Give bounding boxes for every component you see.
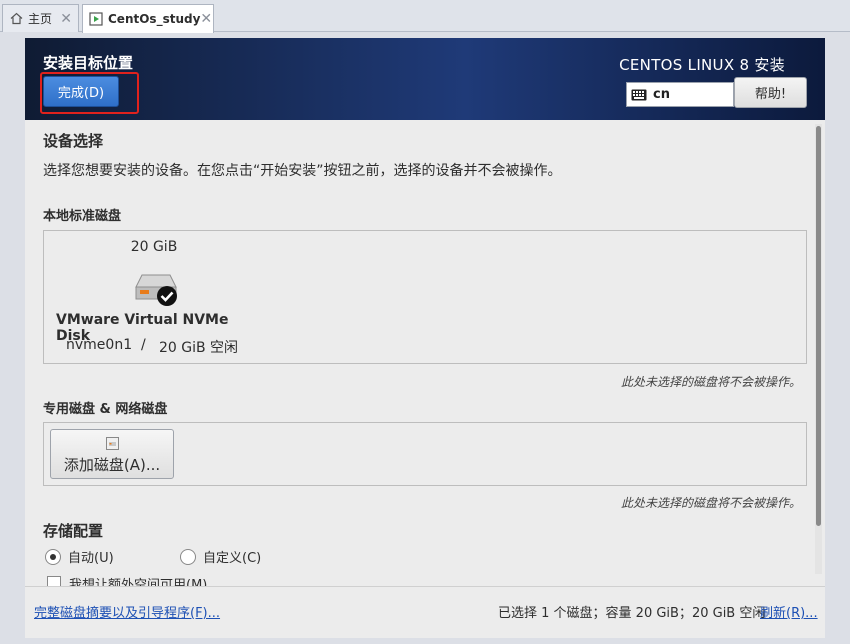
add-disk-label: 添加磁盘(A)... bbox=[63, 456, 161, 474]
storage-auto-label: 自动(U) bbox=[68, 551, 114, 566]
home-icon bbox=[9, 12, 23, 26]
product-title: CENTOS LINUX 8 安装 bbox=[619, 56, 785, 74]
done-button-highlight bbox=[40, 72, 139, 114]
vm-screen[interactable]: 安装目标位置 完成(D) CENTOS LINUX 8 安装 cn 帮助! 设备… bbox=[25, 38, 825, 638]
keyboard-layout-label: cn bbox=[653, 87, 670, 102]
installer-header: 安装目标位置 完成(D) CENTOS LINUX 8 安装 cn 帮助! bbox=[25, 38, 825, 120]
tab-centos-study-close-icon[interactable]: ✕ bbox=[200, 11, 212, 27]
keyboard-layout-indicator[interactable]: cn bbox=[626, 82, 734, 107]
disk-device: nvme0n1 bbox=[66, 337, 133, 353]
disk-size: 20 GiB bbox=[130, 239, 178, 255]
tab-centos-study-label: CentOs_study bbox=[108, 12, 201, 26]
keyboard-icon bbox=[631, 89, 647, 100]
disk-nvme0n1[interactable]: 20 GiB VMware Virtual NVMe Disk nvme0n1 … bbox=[44, 231, 264, 365]
device-selection-heading: 设备选择 bbox=[43, 132, 104, 150]
storage-custom-radio[interactable] bbox=[180, 548, 196, 565]
add-disk-button[interactable]: 添加磁盘(A)... bbox=[50, 429, 174, 479]
full-disk-summary-link[interactable]: 完整磁盘摘要以及引导程序(F)... bbox=[34, 602, 220, 621]
hard-disk-selected-icon bbox=[135, 274, 177, 306]
vmware-tab-bar: 主页 ✕ CentOs_study ✕ bbox=[0, 0, 850, 33]
scrollbar-thumb[interactable] bbox=[816, 126, 821, 526]
storage-auto-radio[interactable] bbox=[45, 548, 61, 565]
disk-selection-status: 已选择 1 个磁盘；容量 20 GiB；20 GiB 空闲 bbox=[498, 606, 766, 621]
tab-home-close-icon[interactable]: ✕ bbox=[60, 11, 72, 27]
content-scrollbar[interactable] bbox=[815, 124, 822, 574]
special-disks-heading: 专用磁盘 & 网络磁盘 bbox=[43, 402, 168, 417]
installer-footer: 完整磁盘摘要以及引导程序(F)... 已选择 1 个磁盘；容量 20 GiB；2… bbox=[25, 586, 825, 638]
storage-custom-option[interactable]: 自定义(C) bbox=[180, 547, 261, 566]
device-selection-description: 选择您想要安装的设备。在您点击“开始安装”按钮之前，选择的设备并不会被操作。 bbox=[43, 163, 562, 179]
vm-icon bbox=[89, 12, 103, 26]
local-disks-heading: 本地标准磁盘 bbox=[43, 209, 122, 224]
storage-configuration-heading: 存储配置 bbox=[43, 522, 104, 540]
tab-home[interactable]: 主页 ✕ bbox=[2, 4, 79, 32]
refresh-link[interactable]: 刷新(R)... bbox=[760, 602, 818, 621]
local-disks-note: 此处未选择的磁盘将不会被操作。 bbox=[620, 375, 801, 389]
storage-auto-option[interactable]: 自动(U) bbox=[45, 547, 114, 566]
special-disks-note: 此处未选择的磁盘将不会被操作。 bbox=[620, 496, 801, 510]
special-disks-panel: 添加磁盘(A)... bbox=[43, 422, 807, 486]
storage-custom-label: 自定义(C) bbox=[203, 551, 262, 566]
installer-content: 设备选择 选择您想要安装的设备。在您点击“开始安装”按钮之前，选择的设备并不会被… bbox=[25, 120, 825, 600]
help-button[interactable]: 帮助! bbox=[734, 77, 807, 108]
local-disks-panel: 20 GiB VMware Virtual NVMe Disk nvme0n1 … bbox=[43, 230, 807, 364]
page-title: 安装目标位置 bbox=[43, 54, 134, 72]
tab-home-label: 主页 bbox=[28, 12, 53, 26]
disk-separator: / bbox=[141, 337, 146, 353]
tab-centos-study[interactable]: CentOs_study ✕ bbox=[82, 4, 214, 33]
add-disk-icon bbox=[106, 437, 119, 450]
disk-free-space: 20 GiB 空闲 bbox=[159, 340, 239, 356]
